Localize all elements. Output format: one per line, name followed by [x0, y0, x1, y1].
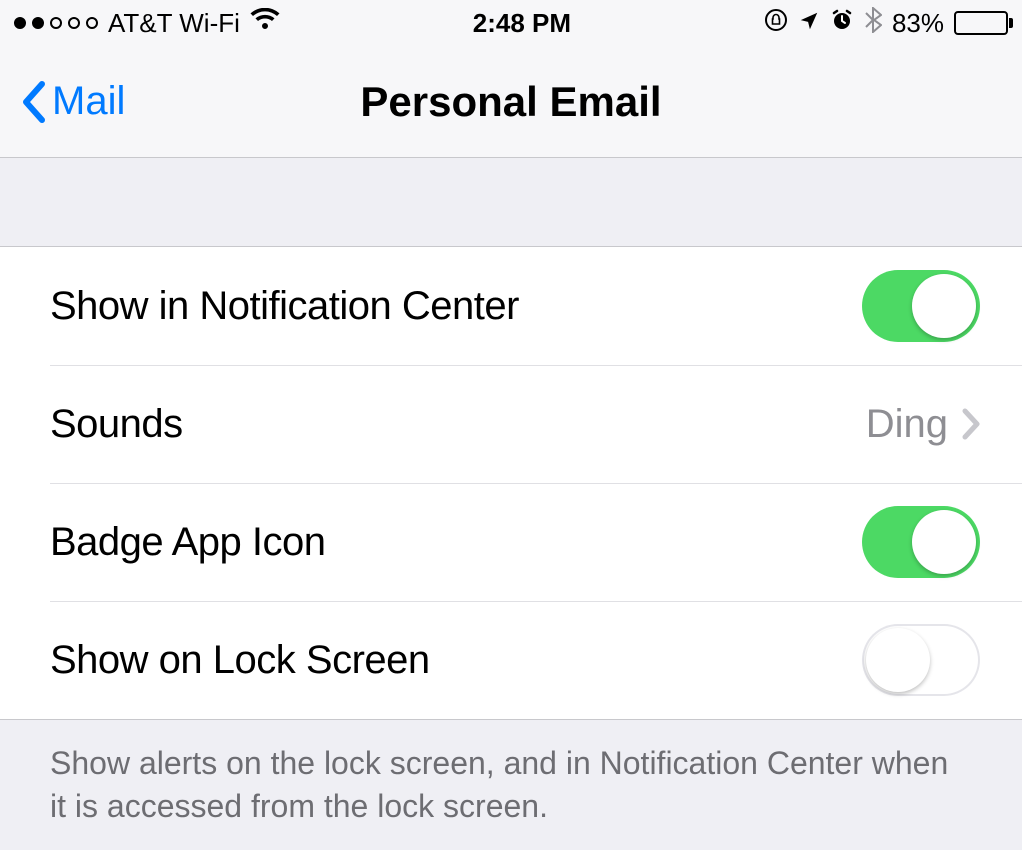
- chevron-right-icon: [962, 408, 980, 440]
- row-sounds[interactable]: Sounds Ding: [0, 365, 1022, 483]
- page-title: Personal Email: [360, 78, 661, 126]
- navbar: Mail Personal Email: [0, 46, 1022, 158]
- row-value: Ding: [866, 402, 948, 447]
- status-left: AT&T Wi-Fi: [14, 8, 280, 39]
- row-badge-app-icon[interactable]: Badge App Icon: [0, 483, 1022, 601]
- wifi-icon: [250, 8, 280, 39]
- battery-icon: [954, 11, 1008, 35]
- row-label: Sounds: [50, 402, 183, 447]
- row-label: Badge App Icon: [50, 520, 325, 565]
- back-button[interactable]: Mail: [20, 79, 125, 124]
- carrier-label: AT&T Wi-Fi: [108, 8, 240, 39]
- back-label: Mail: [52, 79, 125, 124]
- settings-list: Show in Notification Center Sounds Ding …: [0, 246, 1022, 720]
- toggle-show-on-lock-screen[interactable]: [862, 624, 980, 696]
- status-right: 83%: [764, 7, 1008, 40]
- orientation-lock-icon: [764, 8, 788, 39]
- footer-note: Show alerts on the lock screen, and in N…: [0, 720, 1022, 850]
- clock-label: 2:48 PM: [473, 8, 571, 39]
- row-label: Show in Notification Center: [50, 284, 519, 329]
- battery-pct-label: 83%: [892, 8, 944, 39]
- alarm-icon: [830, 8, 854, 39]
- toggle-show-in-notification-center[interactable]: [862, 270, 980, 342]
- row-show-in-notification-center[interactable]: Show in Notification Center: [0, 247, 1022, 365]
- location-icon: [798, 8, 820, 39]
- section-gap: [0, 158, 1022, 246]
- bluetooth-icon: [864, 7, 882, 40]
- toggle-badge-app-icon[interactable]: [862, 506, 980, 578]
- status-bar: AT&T Wi-Fi 2:48 PM 83%: [0, 0, 1022, 46]
- row-label: Show on Lock Screen: [50, 638, 430, 683]
- signal-dots: [14, 17, 98, 29]
- chevron-left-icon: [20, 80, 46, 124]
- row-show-on-lock-screen[interactable]: Show on Lock Screen: [0, 601, 1022, 719]
